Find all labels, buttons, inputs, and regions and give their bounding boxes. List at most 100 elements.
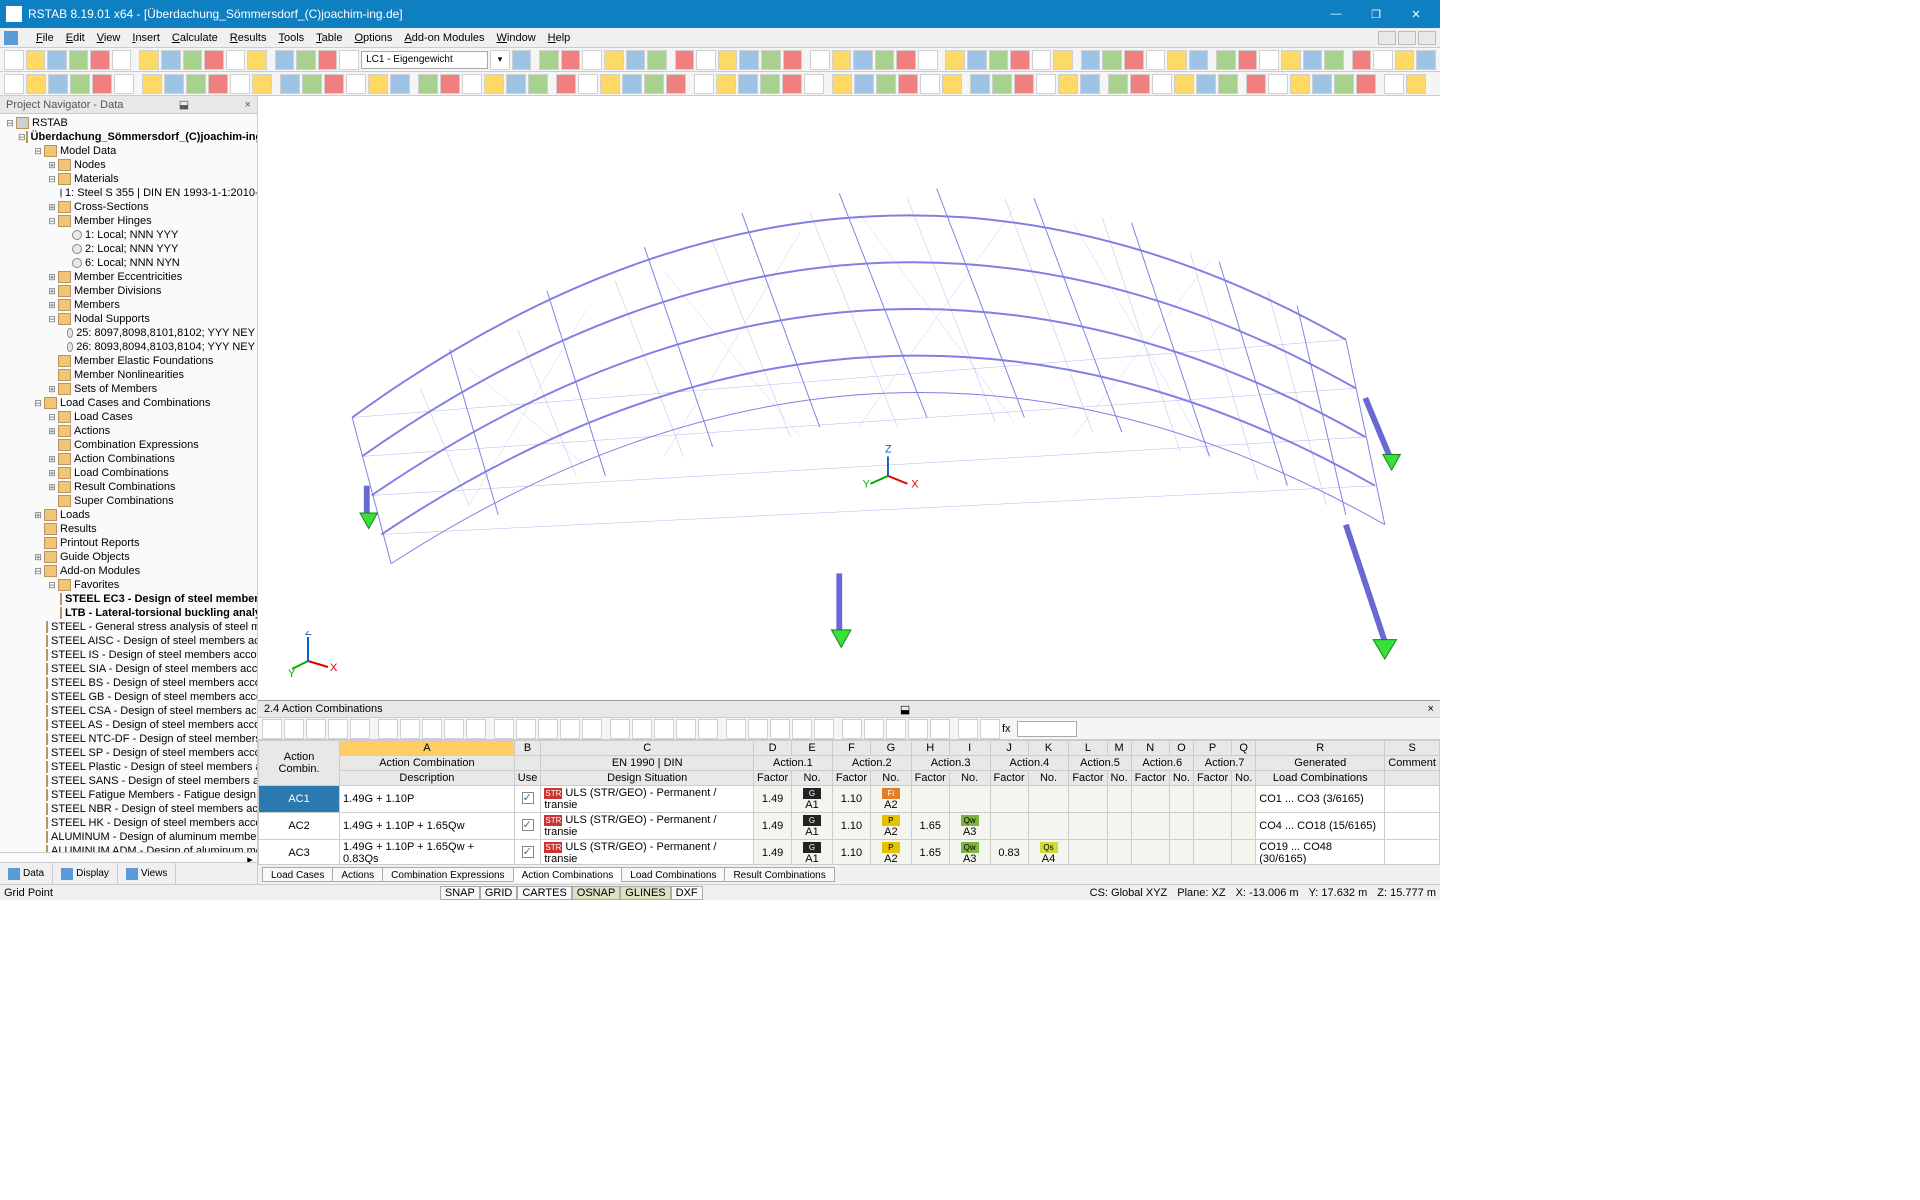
- toolbar-button[interactable]: [275, 50, 295, 70]
- tree-node[interactable]: ⊞Cross-Sections: [0, 200, 257, 214]
- table-tool-button[interactable]: [930, 719, 950, 739]
- toolbar-button[interactable]: [390, 74, 410, 94]
- toolbar-button[interactable]: [1238, 50, 1258, 70]
- toolbar-button[interactable]: [782, 74, 802, 94]
- toolbar-button[interactable]: [1281, 50, 1301, 70]
- toolbar-button[interactable]: [1152, 74, 1172, 94]
- toolbar-button[interactable]: [296, 50, 316, 70]
- toolbar-button[interactable]: [876, 74, 896, 94]
- tree-node[interactable]: STEEL SP - Design of steel members accor…: [0, 746, 257, 760]
- navigator-pin-icon[interactable]: ⬓: [179, 98, 189, 111]
- toolbar-button[interactable]: [1014, 74, 1034, 94]
- toolbar-button[interactable]: [48, 74, 68, 94]
- tree-node[interactable]: ⊟Load Cases and Combinations: [0, 396, 257, 410]
- toolbar-button[interactable]: [989, 50, 1009, 70]
- toolbar-button[interactable]: [1130, 74, 1150, 94]
- tree-node[interactable]: ALUMINUM ADM - Design of aluminum member: [0, 844, 257, 852]
- toolbar-button[interactable]: [810, 50, 830, 70]
- toolbar-button[interactable]: [604, 50, 624, 70]
- toolbar-button[interactable]: [694, 74, 714, 94]
- nav-tab-views[interactable]: Views: [118, 863, 177, 884]
- table-tool-button[interactable]: [494, 719, 514, 739]
- tree-node[interactable]: ⊞Members: [0, 298, 257, 312]
- toolbar-button[interactable]: [26, 74, 46, 94]
- toolbar-button[interactable]: [1259, 50, 1279, 70]
- toolbar-button[interactable]: [1053, 50, 1073, 70]
- table-close-icon[interactable]: ×: [1428, 703, 1434, 715]
- table-tool-button[interactable]: [792, 719, 812, 739]
- toolbar-button[interactable]: [1324, 50, 1344, 70]
- toolbar-button[interactable]: [1384, 74, 1404, 94]
- toolbar-button[interactable]: [832, 74, 852, 94]
- tree-node[interactable]: Member Nonlinearities: [0, 368, 257, 382]
- tree-node[interactable]: ⊟Materials: [0, 172, 257, 186]
- tree-node[interactable]: LTB - Lateral-torsional buckling analysi…: [0, 606, 257, 620]
- toolbar-button[interactable]: [854, 74, 874, 94]
- table-tool-button[interactable]: [698, 719, 718, 739]
- table-tool-button[interactable]: [958, 719, 978, 739]
- tree-node[interactable]: STEEL - General stress analysis of steel…: [0, 620, 257, 634]
- menu-options[interactable]: Options: [348, 30, 398, 46]
- tree-node[interactable]: ALUMINUM - Design of aluminum members ac…: [0, 830, 257, 844]
- table-pin-icon[interactable]: ⬓: [900, 703, 910, 716]
- toolbar-button[interactable]: [1395, 50, 1415, 70]
- menu-edit[interactable]: Edit: [60, 30, 91, 46]
- table-tool-button[interactable]: [466, 719, 486, 739]
- tree-node[interactable]: ⊟Überdachung_Sömmersdorf_(C)joachim-ing.…: [0, 130, 257, 144]
- tree-node[interactable]: STEEL BS - Design of steel members accor…: [0, 676, 257, 690]
- tree-node[interactable]: ⊞Member Divisions: [0, 284, 257, 298]
- toolbar-button[interactable]: [853, 50, 873, 70]
- toolbar-button[interactable]: [112, 50, 132, 70]
- tree-node[interactable]: ⊞Guide Objects: [0, 550, 257, 564]
- tree-node[interactable]: STEEL SANS - Design of steel members acc…: [0, 774, 257, 788]
- toolbar-button[interactable]: [1036, 74, 1056, 94]
- tree-node[interactable]: ⊞Loads: [0, 508, 257, 522]
- toolbar-button[interactable]: [1334, 74, 1354, 94]
- data-grid[interactable]: Action Combin.ABCDEFGHIJKLMNOPQRSAction …: [258, 740, 1440, 864]
- toolbar-button[interactable]: [1356, 74, 1376, 94]
- table-tool-button[interactable]: [422, 719, 442, 739]
- table-tool-button[interactable]: [864, 719, 884, 739]
- table-tool-button[interactable]: [560, 719, 580, 739]
- mdi-close[interactable]: [1418, 31, 1436, 45]
- tree-node[interactable]: STEEL HK - Design of steel members accor…: [0, 816, 257, 830]
- toolbar-button[interactable]: [644, 74, 664, 94]
- toolbar-button[interactable]: [578, 74, 598, 94]
- toolbar-button[interactable]: [1080, 74, 1100, 94]
- tree-node[interactable]: ⊞Nodes: [0, 158, 257, 172]
- tree-node[interactable]: Results: [0, 522, 257, 536]
- toolbar-button[interactable]: [1010, 50, 1030, 70]
- table-tab[interactable]: Actions: [332, 867, 383, 882]
- status-toggle-glines[interactable]: GLINES: [620, 886, 670, 900]
- table-tool-button[interactable]: [748, 719, 768, 739]
- tree-node[interactable]: ⊟Favorites: [0, 578, 257, 592]
- toolbar-button[interactable]: [760, 74, 780, 94]
- tree-node[interactable]: 26: 8093,8094,8103,8104; YYY NEY: [0, 340, 257, 354]
- tree-node[interactable]: STEEL CSA - Design of steel members acco…: [0, 704, 257, 718]
- toolbar-button[interactable]: [368, 74, 388, 94]
- toolbar-button[interactable]: [70, 74, 90, 94]
- toolbar-button[interactable]: [252, 74, 272, 94]
- table-tool-button[interactable]: [814, 719, 834, 739]
- toolbar-button[interactable]: [462, 74, 482, 94]
- toolbar-button[interactable]: [675, 50, 695, 70]
- toolbar-button[interactable]: [945, 50, 965, 70]
- table-tool-button[interactable]: [516, 719, 536, 739]
- tree-node[interactable]: 2: Local; NNN YYY: [0, 242, 257, 256]
- table-tab[interactable]: Combination Expressions: [382, 867, 513, 882]
- menu-results[interactable]: Results: [224, 30, 273, 46]
- menu-tools[interactable]: Tools: [272, 30, 310, 46]
- toolbar-button[interactable]: [161, 50, 181, 70]
- toolbar-button[interactable]: [967, 50, 987, 70]
- tree-node[interactable]: ⊟Member Hinges: [0, 214, 257, 228]
- toolbar-button[interactable]: [1246, 74, 1266, 94]
- minimize-button[interactable]: —: [1318, 4, 1354, 24]
- toolbar-button[interactable]: [970, 74, 990, 94]
- table-tool-button[interactable]: [770, 719, 790, 739]
- toolbar-button[interactable]: [318, 50, 338, 70]
- status-toggle-osnap[interactable]: OSNAP: [572, 886, 621, 900]
- table-tab[interactable]: Action Combinations: [513, 867, 623, 882]
- tree-node[interactable]: ⊟Model Data: [0, 144, 257, 158]
- table-tool-button[interactable]: [444, 719, 464, 739]
- navigator-close-icon[interactable]: ×: [245, 99, 251, 111]
